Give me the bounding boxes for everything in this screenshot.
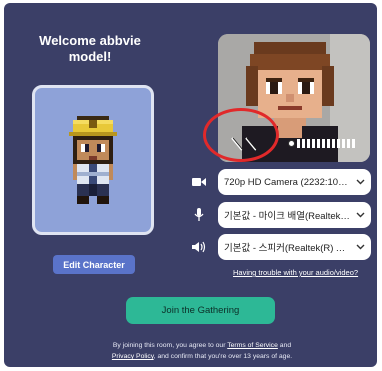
speaker-row: 기본값 - 스피커(Realtek(R) Audio) [191, 234, 371, 260]
annotation-circle [203, 108, 279, 162]
avatar-card [32, 85, 154, 235]
video-camera-icon [192, 178, 206, 186]
microphone-row: 기본값 - 마이크 배열(Realtek(R) Audio) [191, 202, 371, 228]
microphone-select[interactable]: 기본값 - 마이크 배열(Realtek(R) Audio) [218, 202, 371, 228]
terms-and: and [277, 342, 292, 349]
terms-suffix: , and confirm that you're over 13 years … [153, 353, 293, 360]
camera-row: 720p HD Camera (2232:1083) [191, 169, 371, 195]
chevron-down-icon [356, 212, 365, 218]
speaker-select-value: 기본값 - 스피커(Realtek(R) Audio) [224, 243, 351, 254]
welcome-heading: Welcome abbvie model! [30, 33, 150, 65]
speaker-select[interactable]: 기본값 - 스피커(Realtek(R) Audio) [218, 234, 371, 260]
terms-notice: By joining this room, you agree to our T… [88, 340, 316, 362]
edit-character-button[interactable]: Edit Character [53, 255, 135, 274]
audio-level-meter [288, 139, 355, 148]
chevron-down-icon [356, 179, 365, 185]
camera-select-value: 720p HD Camera (2232:1083) [224, 176, 351, 188]
speaker-icon [192, 241, 206, 253]
terms-prefix: By joining this room, you agree to our [112, 342, 228, 349]
join-dialog: Welcome abbvie model! Edit Character 720… [4, 3, 377, 367]
join-gathering-button[interactable]: Join the Gathering [126, 297, 275, 324]
audio-video-help-link[interactable]: Having trouble with your audio/video? [233, 268, 358, 277]
microphone-select-value: 기본값 - 마이크 배열(Realtek(R) Audio) [224, 211, 351, 222]
camera-select[interactable]: 720p HD Camera (2232:1083) [218, 169, 371, 195]
level-indicator-dot [288, 140, 295, 147]
welcome-line-2: model! [68, 49, 112, 64]
privacy-policy-link[interactable]: Privacy Policy [112, 353, 154, 360]
chevron-down-icon [356, 244, 365, 250]
character-sprite [69, 116, 117, 204]
welcome-line-1: Welcome abbvie [39, 33, 141, 48]
microphone-icon [194, 208, 204, 221]
terms-of-service-link[interactable]: Terms of Service [227, 342, 278, 349]
